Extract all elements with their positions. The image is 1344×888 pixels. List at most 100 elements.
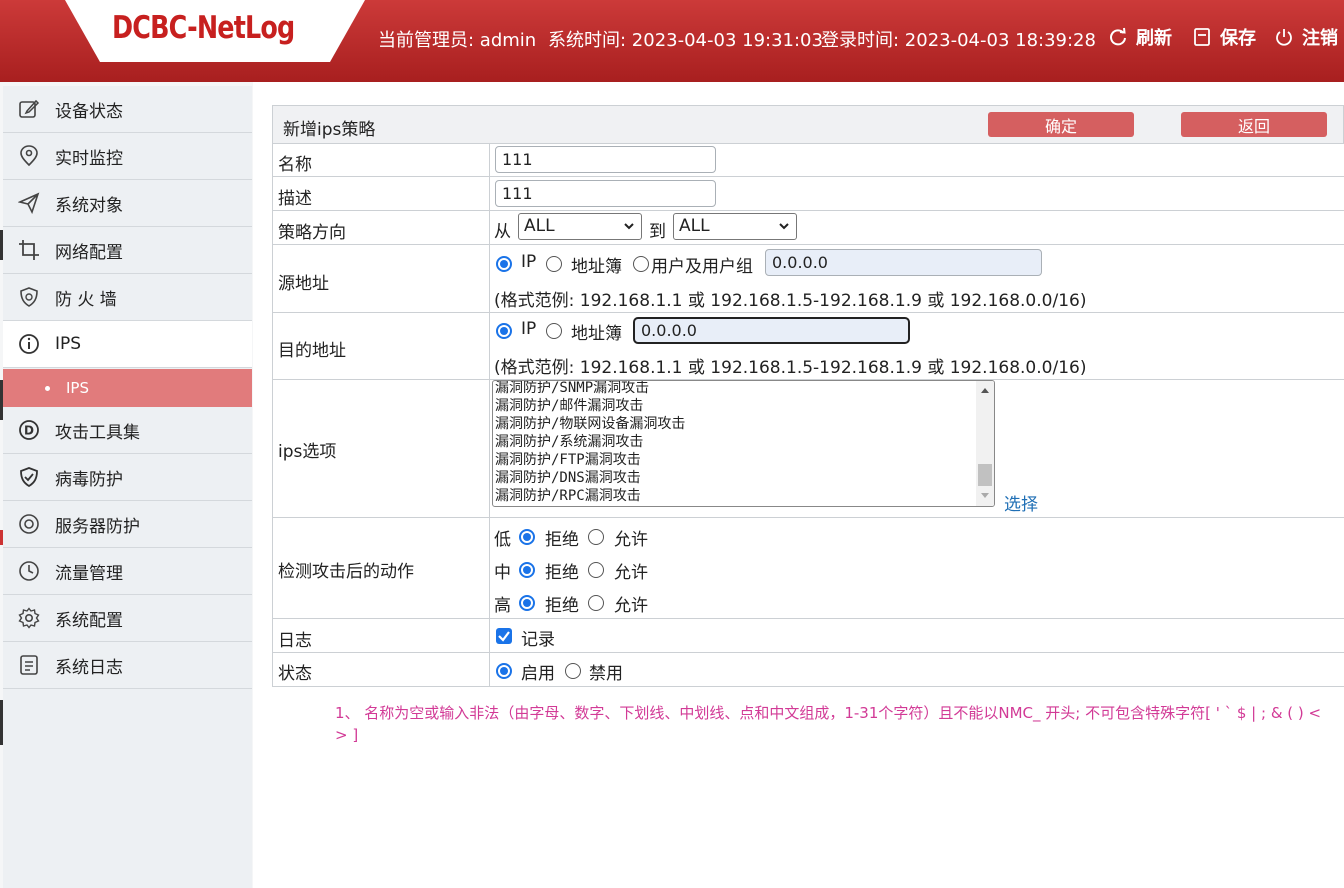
log-record-label: 记录 [521, 630, 555, 650]
src-user-label: 用户及用户组 [651, 257, 753, 277]
sidebar-item-virus-protection[interactable]: 病毒防护 [3, 454, 252, 501]
sidebar-item-firewall[interactable]: 防 火 墙 [3, 274, 252, 321]
sidebar-item-system-log[interactable]: 系统日志 [3, 642, 252, 689]
sidebar-item-device-status[interactable]: 设备状态 [3, 86, 252, 133]
low-deny-radio[interactable] [519, 529, 535, 545]
edit-icon [17, 97, 41, 121]
dst-ip-radio[interactable] [496, 323, 512, 339]
src-addrbook-label: 地址簿 [571, 257, 622, 277]
destination-ip-input[interactable]: 0.0.0.0 [633, 317, 910, 344]
low-deny-label: 拒绝 [545, 530, 579, 550]
sidebar-item-network-config[interactable]: 网络配置 [3, 227, 252, 274]
sidebar-subitem-ips[interactable]: IPS [3, 369, 252, 407]
row-attack-action: 检测攻击后的动作 低 拒绝 允许 中 拒绝 允许 高 拒绝 允许 [272, 518, 1344, 619]
list-item[interactable]: 漏洞防护/RPC漏洞攻击 [495, 487, 641, 505]
listbox-scrollbar[interactable] [976, 381, 994, 506]
power-icon [1276, 29, 1292, 46]
send-icon [17, 191, 41, 215]
refresh-button[interactable]: 刷新 [1108, 24, 1172, 50]
scroll-down-icon[interactable] [980, 492, 990, 500]
disable-radio[interactable] [565, 663, 581, 679]
high-allow-label: 允许 [614, 596, 648, 616]
low-allow-radio[interactable] [588, 529, 604, 545]
src-ip-radio[interactable] [496, 256, 512, 272]
log-record-checkbox[interactable] [496, 628, 512, 644]
shield-icon [17, 285, 41, 309]
direction-label: 策略方向 [278, 223, 346, 243]
save-icon [1194, 28, 1210, 46]
dst-addrbook-radio[interactable] [546, 323, 562, 339]
mid-deny-label: 拒绝 [545, 563, 579, 583]
name-input[interactable]: 111 [495, 146, 716, 173]
high-deny-label: 拒绝 [545, 596, 579, 616]
enable-label: 启用 [521, 664, 555, 684]
row-description: 描述 111 [272, 177, 1344, 211]
to-select[interactable]: ALL [673, 213, 797, 240]
ips-options-label: ips选项 [278, 442, 337, 462]
src-ip-label: IP [521, 252, 537, 272]
enable-radio[interactable] [496, 663, 512, 679]
login-time: 登录时间: 2023-04-03 18:39:28 [821, 30, 1096, 51]
row-direction: 策略方向 从 ALL 到 ALL [272, 211, 1344, 245]
mid-level-label: 中 [494, 563, 511, 583]
mid-allow-label: 允许 [614, 563, 648, 583]
sidebar-item-traffic-management[interactable]: 流量管理 [3, 548, 252, 595]
sidebar-item-server-protection[interactable]: 服务器防护 [3, 501, 252, 548]
d-circle-icon: D [17, 418, 41, 442]
crop-icon [17, 238, 41, 262]
mid-allow-radio[interactable] [588, 562, 604, 578]
sidebar-item-ips[interactable]: IPS [3, 321, 252, 368]
disable-label: 禁用 [589, 664, 623, 684]
bullet-icon [45, 385, 50, 391]
list-item[interactable]: 漏洞防护/物联网设备漏洞攻击 [495, 415, 685, 433]
high-deny-radio[interactable] [519, 595, 535, 611]
scroll-up-icon[interactable] [980, 386, 990, 394]
back-button[interactable]: 返回 [1181, 112, 1327, 137]
description-label: 描述 [278, 189, 312, 209]
save-button[interactable]: 保存 [1192, 24, 1256, 50]
row-name: 名称 111 [272, 144, 1344, 177]
destination-format-hint: (格式范例: 192.168.1.1 或 192.168.1.5-192.168… [494, 358, 1087, 378]
source-ip-input[interactable]: 0.0.0.0 [765, 249, 1042, 276]
src-user-radio[interactable] [633, 256, 649, 272]
sidebar-item-attack-tools[interactable]: D 攻击工具集 [3, 407, 252, 454]
chevron-down-icon [779, 223, 789, 230]
confirm-button[interactable]: 确定 [988, 112, 1134, 137]
list-item[interactable]: 漏洞防护/邮件漏洞攻击 [495, 397, 643, 415]
row-status: 状态 启用 禁用 [272, 653, 1344, 687]
sidebar-item-system-config[interactable]: 系统配置 [3, 595, 252, 642]
scroll-thumb[interactable] [978, 464, 992, 486]
logo-area: DCBC-NetLog [0, 0, 380, 62]
list-item[interactable]: 漏洞防护/DNS漏洞攻击 [495, 469, 641, 487]
src-addrbook-radio[interactable] [546, 256, 562, 272]
sidebar-item-system-objects[interactable]: 系统对象 [3, 180, 252, 227]
row-source-address: 源地址 IP 地址簿 用户及用户组 0.0.0.0 (格式范例: 192.168… [272, 245, 1344, 313]
source-format-hint: (格式范例: 192.168.1.1 或 192.168.1.5-192.168… [494, 291, 1087, 311]
low-allow-label: 允许 [614, 530, 648, 550]
sidebar-item-realtime-monitor[interactable]: 实时监控 [3, 133, 252, 180]
status-label: 状态 [278, 664, 312, 684]
location-icon [17, 144, 41, 168]
info-icon [17, 332, 41, 356]
logout-button[interactable]: 注销 [1274, 24, 1338, 50]
chevron-down-icon [624, 223, 634, 230]
destination-label: 目的地址 [278, 341, 346, 361]
panel-title: 新增ips策略 [283, 120, 376, 140]
dst-ip-label: IP [521, 319, 537, 339]
validation-note: 1、 名称为空或输入非法（由字母、数字、下划线、中划线、点和中文组成，1-31个… [335, 704, 1322, 744]
description-input[interactable]: 111 [495, 180, 716, 207]
ips-options-listbox[interactable]: 漏洞防护/SNMP漏洞攻击 漏洞防护/邮件漏洞攻击 漏洞防护/物联网设备漏洞攻击… [492, 380, 995, 507]
select-link[interactable]: 选择 [1004, 490, 1038, 515]
high-allow-radio[interactable] [588, 595, 604, 611]
name-label: 名称 [278, 155, 312, 175]
attack-action-label: 检测攻击后的动作 [278, 562, 414, 582]
mid-deny-radio[interactable] [519, 562, 535, 578]
list-item[interactable]: 漏洞防护/SNMP漏洞攻击 [495, 381, 649, 397]
list-item[interactable]: 漏洞防护/FTP漏洞攻击 [495, 451, 641, 469]
list-item[interactable]: 漏洞防护/系统漏洞攻击 [495, 433, 643, 451]
logo-text: DCBC-NetLog [112, 10, 295, 46]
admin-label: 当前管理员: admin [378, 30, 537, 51]
svg-text:D: D [24, 424, 34, 438]
clock-icon [17, 559, 41, 583]
from-select[interactable]: ALL [518, 213, 642, 240]
